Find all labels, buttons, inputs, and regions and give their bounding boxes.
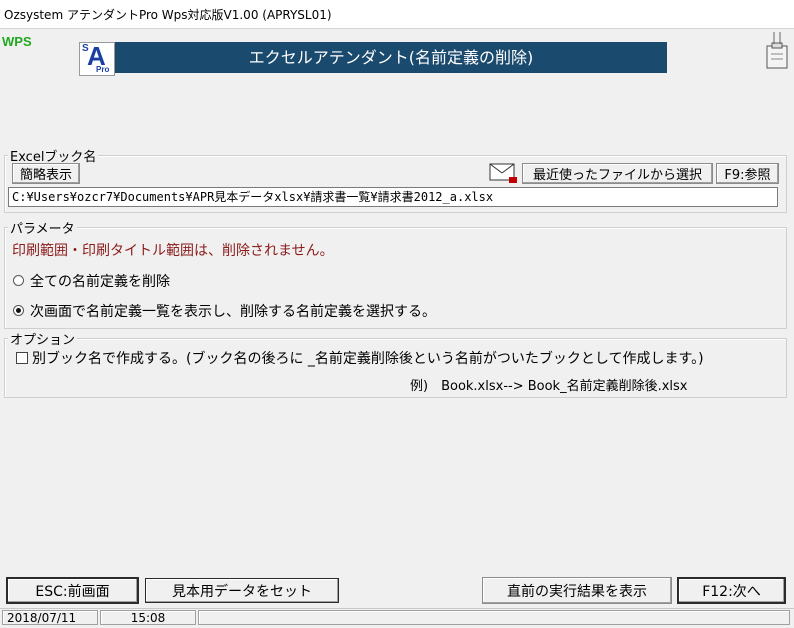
parameters-note: 印刷範囲・印刷タイトル範囲は、削除されません。 <box>12 243 334 259</box>
f12-next-button[interactable]: F12:次へ <box>677 577 786 604</box>
show-last-result-button[interactable]: 直前の実行結果を表示 <box>482 577 672 604</box>
simple-display-button[interactable]: 簡略表示 <box>12 163 80 184</box>
esc-back-button[interactable]: ESC:前画面 <box>6 577 139 604</box>
clipboard-icon[interactable] <box>764 30 790 70</box>
options-example: 例) Book.xlsx--> Book_名前定義削除後.xlsx <box>410 379 688 394</box>
radio-delete-all[interactable] <box>13 275 24 286</box>
window-title: Ozsystem アテンダントPro Wps対応版V1.00 (APRYSL01… <box>4 8 332 22</box>
set-sample-data-button[interactable]: 見本用データをセット <box>145 578 339 603</box>
options-label: オプション <box>8 329 78 348</box>
status-extra <box>198 610 790 625</box>
excel-file-icon[interactable] <box>489 161 519 185</box>
logo-pro: Pro <box>96 65 110 74</box>
separate-book-checkbox[interactable] <box>16 352 28 364</box>
title-bar: Ozsystem アテンダントPro Wps対応版V1.00 (APRYSL01… <box>0 0 794 29</box>
separate-book-label[interactable]: 別ブック名で作成する。(ブック名の後ろに _名前定義削除後という名前がついたブッ… <box>32 348 704 368</box>
excel-path-input[interactable]: C:¥Users¥ozcr7¥Documents¥APR見本データxlsx¥請求… <box>8 187 778 207</box>
recent-files-button[interactable]: 最近使ったファイルから選択 <box>522 163 713 184</box>
radio-select-names[interactable] <box>13 305 24 316</box>
parameters-label: パラメータ <box>8 218 77 237</box>
radio-delete-all-label[interactable]: 全ての名前定義を削除 <box>30 271 170 291</box>
wps-logo: WPS <box>2 34 32 49</box>
app-logo: S A Pro <box>79 41 115 76</box>
page-title: エクセルアテンダント(名前定義の削除) <box>115 42 667 73</box>
status-time: 15:08 <box>100 610 196 625</box>
browse-button[interactable]: F9:参照 <box>716 163 779 184</box>
status-date: 2018/07/11 <box>2 610 98 625</box>
radio-select-names-label[interactable]: 次画面で名前定義一覧を表示し、削除する名前定義を選択する。 <box>30 301 436 321</box>
